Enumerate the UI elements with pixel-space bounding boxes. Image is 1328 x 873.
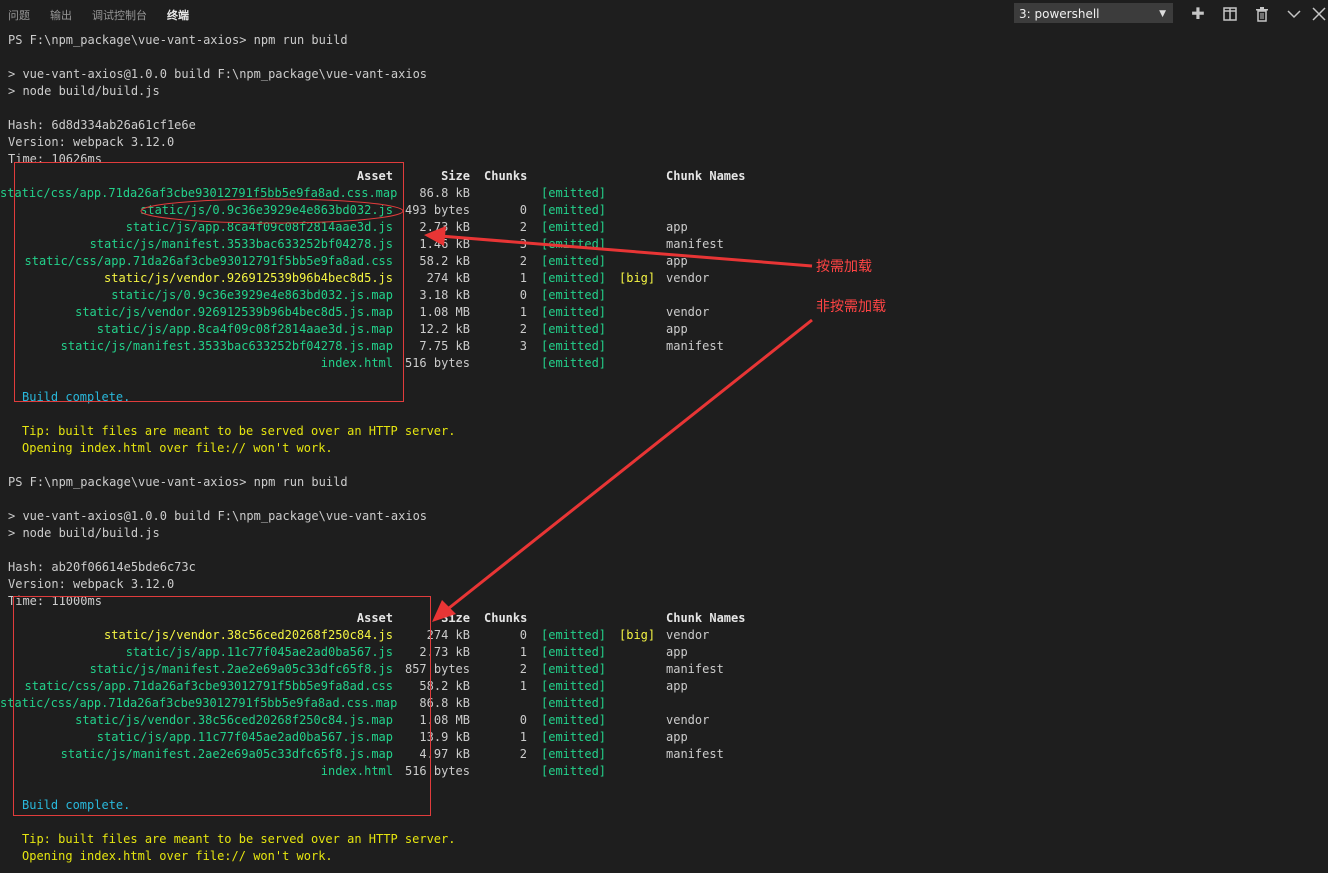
annotation-arrows [140,198,813,622]
highlight-ellipse [140,198,404,224]
arrowhead-on-demand [424,226,446,246]
arrowhead-not-on-demand [432,600,456,622]
annotation-not-on-demand: 非按需加载 [816,299,886,315]
annotation-on-demand: 按需加载 [816,259,872,275]
arrow-not-on-demand [443,318,813,614]
arrow-on-demand [439,234,813,268]
